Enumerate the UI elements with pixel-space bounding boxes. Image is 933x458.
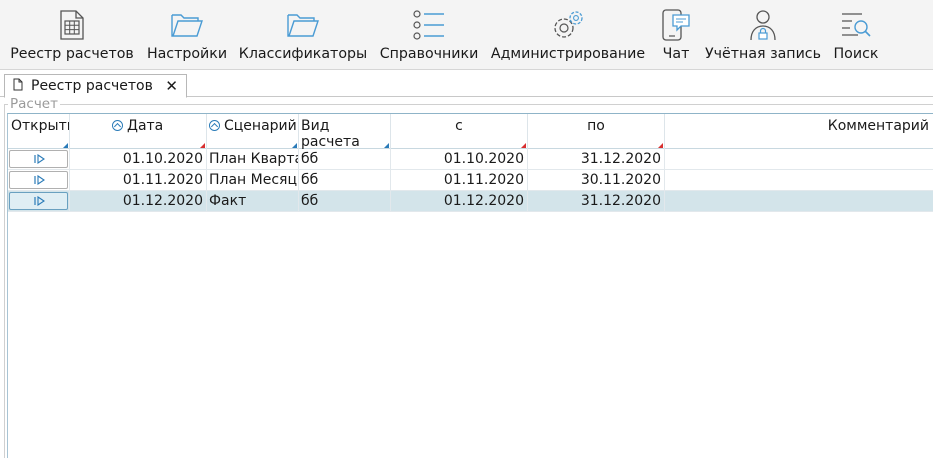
column-header-to[interactable]: по xyxy=(528,114,665,149)
document-icon xyxy=(13,78,23,95)
required-marker-icon xyxy=(200,143,205,148)
folder-icon xyxy=(286,0,320,46)
sort-marker-icon xyxy=(292,143,297,148)
search-list-icon xyxy=(839,0,873,46)
cell-to[interactable]: 31.12.2020 xyxy=(528,191,665,212)
cell-open xyxy=(8,170,70,191)
group-caption: Расчет xyxy=(8,96,60,112)
column-header-open[interactable]: Открыть xyxy=(8,114,70,149)
column-header-from[interactable]: с xyxy=(391,114,528,149)
column-header-label: Вид расчета xyxy=(301,118,360,149)
sort-marker-icon xyxy=(384,143,389,148)
toolbar-label: Учётная запись xyxy=(705,46,821,62)
main-toolbar: Реестр расчетов Настройки Классификаторы… xyxy=(0,0,933,70)
toolbar-label: Настройки xyxy=(146,46,228,62)
open-row-button[interactable] xyxy=(9,150,68,168)
cell-comment[interactable] xyxy=(665,191,933,212)
play-icon xyxy=(33,196,45,206)
toolbar-label: Чат xyxy=(662,46,690,62)
column-header-label: Сценарий xyxy=(224,118,297,134)
table-row-selected[interactable]: 01.12.2020 Факт бб 01.12.2020 31.12.2020 xyxy=(8,191,933,212)
cell-date[interactable]: 01.11.2020 xyxy=(70,170,207,191)
toolbar-label: Классификаторы xyxy=(238,46,368,62)
column-header-label: Дата xyxy=(127,118,164,134)
toolbar-account-button[interactable]: Учётная запись xyxy=(704,0,822,70)
chat-phone-icon xyxy=(661,0,691,46)
cell-scenario[interactable]: Факт xyxy=(207,191,299,212)
cell-from[interactable]: 01.11.2020 xyxy=(391,170,528,191)
column-header-date[interactable]: Дата xyxy=(70,114,207,149)
cell-comment[interactable] xyxy=(665,170,933,191)
toolbar-search-button[interactable]: Поиск xyxy=(830,0,882,70)
user-lock-icon xyxy=(748,0,778,46)
column-header-label: Открыть xyxy=(11,118,70,134)
column-header-scenario[interactable]: Сценарий xyxy=(207,114,299,149)
play-icon xyxy=(33,175,45,185)
cell-open xyxy=(8,149,70,170)
column-header-comment[interactable]: Комментарий xyxy=(665,114,933,149)
sort-ascending-icon xyxy=(209,120,220,131)
play-icon xyxy=(33,154,45,164)
toolbar-label: Реестр расчетов xyxy=(10,46,134,62)
column-header-label: с xyxy=(455,118,463,134)
toolbar-chat-button[interactable]: Чат xyxy=(656,0,696,70)
spreadsheet-icon xyxy=(59,0,85,46)
folder-icon xyxy=(170,0,204,46)
tab-calc-registry[interactable]: Реестр расчетов ✕ xyxy=(4,74,187,98)
cell-to[interactable]: 31.12.2020 xyxy=(528,149,665,170)
cell-date[interactable]: 01.12.2020 xyxy=(70,191,207,212)
toolbar-administration-button[interactable]: Администрирование xyxy=(489,0,647,70)
toolbar-settings-button[interactable]: Настройки xyxy=(144,0,230,70)
cell-comment[interactable] xyxy=(665,149,933,170)
tab-label: Реестр расчетов xyxy=(31,78,153,94)
open-row-button[interactable] xyxy=(9,192,68,210)
cell-from[interactable]: 01.10.2020 xyxy=(391,149,528,170)
cell-date[interactable]: 01.10.2020 xyxy=(70,149,207,170)
close-icon[interactable]: ✕ xyxy=(165,77,178,95)
required-marker-icon xyxy=(521,143,526,148)
toolbar-classifiers-button[interactable]: Классификаторы xyxy=(238,0,368,70)
cell-from[interactable]: 01.12.2020 xyxy=(391,191,528,212)
cell-calc-type[interactable]: бб xyxy=(299,191,391,212)
cell-scenario[interactable]: План Месяц xyxy=(207,170,299,191)
toolbar-label: Поиск xyxy=(833,46,879,62)
table-row[interactable]: 01.11.2020 План Месяц бб 01.11.2020 30.1… xyxy=(8,170,933,191)
cell-open xyxy=(8,191,70,212)
sort-marker-icon xyxy=(63,143,68,148)
column-header-calc-type[interactable]: Вид расчета xyxy=(299,114,391,149)
open-row-button[interactable] xyxy=(9,171,68,189)
cell-calc-type[interactable]: бб xyxy=(299,170,391,191)
sort-ascending-icon xyxy=(112,120,123,131)
calc-table: Открыть Дата Сценарий Вид расчета с по К… xyxy=(7,113,933,458)
column-header-label: Комментарий xyxy=(827,118,929,134)
toolbar-label: Администрирование xyxy=(490,46,646,62)
toolbar-references-button[interactable]: Справочники xyxy=(378,0,480,70)
cell-to[interactable]: 30.11.2020 xyxy=(528,170,665,191)
cell-calc-type[interactable]: бб xyxy=(299,149,391,170)
cell-scenario[interactable]: План Квартал xyxy=(207,149,299,170)
table-row[interactable]: 01.10.2020 План Квартал бб 01.10.2020 31… xyxy=(8,149,933,170)
toolbar-label: Справочники xyxy=(379,46,479,62)
list-icon xyxy=(412,0,446,46)
required-marker-icon xyxy=(658,143,663,148)
column-header-label: по xyxy=(587,118,605,134)
table-header: Открыть Дата Сценарий Вид расчета с по К… xyxy=(8,114,933,149)
toolbar-calc-registry-button[interactable]: Реестр расчетов xyxy=(6,0,138,70)
gear-icon xyxy=(550,0,586,46)
tab-bar: Реестр расчетов ✕ xyxy=(0,71,933,98)
